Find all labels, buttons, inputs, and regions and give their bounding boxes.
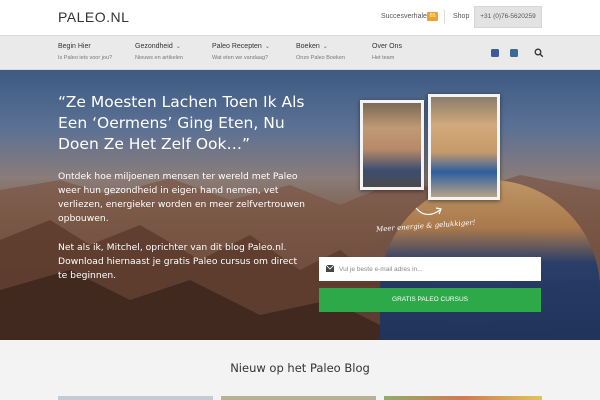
divider: [444, 10, 445, 24]
chevron-down-icon: ⌄: [322, 44, 328, 50]
shop-link[interactable]: Shop: [453, 13, 469, 20]
arrow-icon: [415, 207, 442, 216]
email-input[interactable]: [339, 257, 537, 281]
search-icon[interactable]: [534, 48, 544, 58]
instagram-icon[interactable]: [510, 49, 518, 57]
hero-paragraph: Ontdek hoe miljoenen mensen ter wereld m…: [58, 171, 305, 224]
site-logo[interactable]: PALEO.NL: [58, 9, 129, 25]
nav-item-title: Paleo Recepten: [212, 43, 262, 50]
blog-thumbnail[interactable]: [221, 396, 376, 400]
top-bar: PALEO.NL Succesverhalen 65 Shop +31 (0)7…: [0, 0, 600, 35]
chevron-down-icon: ⌄: [264, 44, 270, 50]
free-course-button[interactable]: GRATIS PALEO CURSUS: [319, 288, 541, 312]
success-stories-link[interactable]: Succesverhalen: [381, 13, 431, 20]
nav-item-title: Begin Hier: [58, 43, 91, 50]
nav-item-subtitle: Het team: [372, 55, 395, 61]
blog-thumbnail[interactable]: [384, 396, 542, 400]
envelope-icon: [326, 265, 334, 272]
main-nav: Begin Hier Is Paleo iets voor jou? Gezon…: [0, 35, 600, 70]
hero-heading: “Ze Moesten Lachen Toen Ik Als Een ‘Oerm…: [58, 93, 305, 153]
success-count-badge: 65: [427, 12, 438, 21]
hero-section: “Ze Moesten Lachen Toen Ik Als Een ‘Oerm…: [0, 70, 600, 340]
blog-section: Nieuw op het Paleo Blog: [0, 340, 600, 400]
blog-heading: Nieuw op het Paleo Blog: [230, 361, 370, 375]
chevron-down-icon: ⌄: [175, 44, 181, 50]
nav-item-begin-hier[interactable]: Begin Hier Is Paleo iets voor jou?: [58, 43, 112, 61]
nav-item-paleo-recepten[interactable]: Paleo Recepten ⌄ Wat eten we vandaag?: [212, 43, 270, 61]
phone-button[interactable]: +31 (0)76-5620259: [474, 6, 542, 28]
facebook-icon[interactable]: [491, 49, 499, 57]
nav-item-boeken[interactable]: Boeken ⌄ Onze Paleo Boeken: [296, 43, 345, 61]
after-photo: [428, 94, 500, 200]
nav-item-subtitle: Nieuws en artikelen: [135, 55, 183, 61]
nav-item-subtitle: Is Paleo iets voor jou?: [58, 55, 113, 61]
email-field[interactable]: [319, 257, 541, 281]
nav-item-subtitle: Onze Paleo Boeken: [296, 55, 345, 61]
hero-paragraph: Net als ik, Mitchel, oprichter van dit b…: [58, 242, 298, 281]
blog-thumbnail[interactable]: [58, 396, 213, 400]
nav-item-title: Gezondheid: [135, 43, 173, 50]
nav-item-over-ons[interactable]: Over Ons Het team: [372, 43, 402, 61]
nav-item-title: Boeken: [296, 43, 320, 50]
nav-item-title: Over Ons: [372, 43, 402, 50]
before-photo: [360, 100, 424, 190]
nav-item-gezondheid[interactable]: Gezondheid ⌄ Nieuws en artikelen: [135, 43, 183, 61]
nav-item-subtitle: Wat eten we vandaag?: [212, 55, 269, 61]
